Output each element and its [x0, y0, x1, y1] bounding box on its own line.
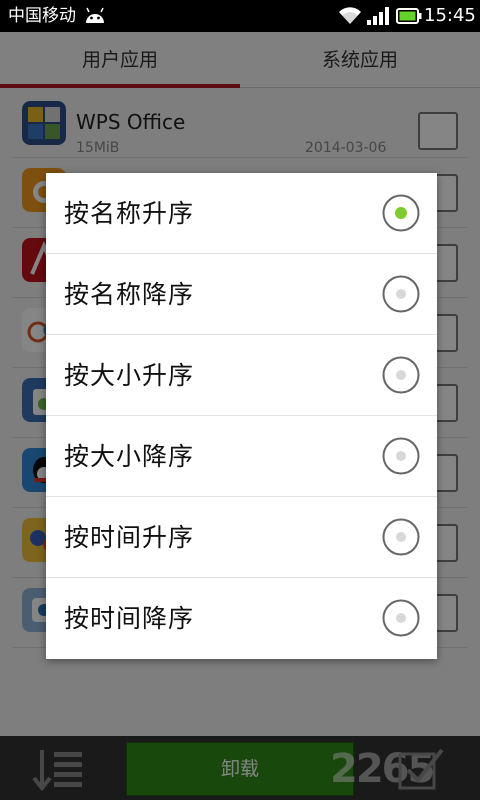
sort-option-label: 按时间升序	[64, 523, 195, 552]
radio-unselected-icon[interactable]	[382, 599, 420, 637]
sort-option-label: 按大小升序	[64, 361, 195, 390]
radio-unselected-icon[interactable]	[382, 356, 420, 394]
sort-option-label: 按时间降序	[64, 604, 195, 633]
sort-option-name-asc[interactable]: 按名称升序	[46, 173, 437, 254]
signal-icon	[367, 7, 389, 25]
status-bar: 中国移动 15:45	[0, 0, 480, 32]
battery-icon	[396, 8, 422, 24]
sort-dialog: 按名称升序 按名称降序 按大小升序 按大小降序 按时间升序 按时间降序	[46, 173, 437, 659]
sort-option-time-asc[interactable]: 按时间升序	[46, 497, 437, 578]
sort-option-name-desc[interactable]: 按名称降序	[46, 254, 437, 335]
sort-option-time-desc[interactable]: 按时间降序	[46, 578, 437, 659]
radio-unselected-icon[interactable]	[382, 275, 420, 313]
radio-unselected-icon[interactable]	[382, 518, 420, 556]
sort-option-label: 按名称升序	[64, 199, 195, 228]
sort-option-label: 按大小降序	[64, 442, 195, 471]
radio-selected-icon[interactable]	[382, 194, 420, 232]
android-icon	[86, 7, 104, 23]
wifi-icon	[339, 7, 361, 24]
radio-unselected-icon[interactable]	[382, 437, 420, 475]
sort-option-size-desc[interactable]: 按大小降序	[46, 416, 437, 497]
sort-option-label: 按名称降序	[64, 280, 195, 309]
clock: 15:45	[424, 5, 476, 26]
carrier-label: 中国移动	[8, 6, 76, 26]
sort-option-size-asc[interactable]: 按大小升序	[46, 335, 437, 416]
